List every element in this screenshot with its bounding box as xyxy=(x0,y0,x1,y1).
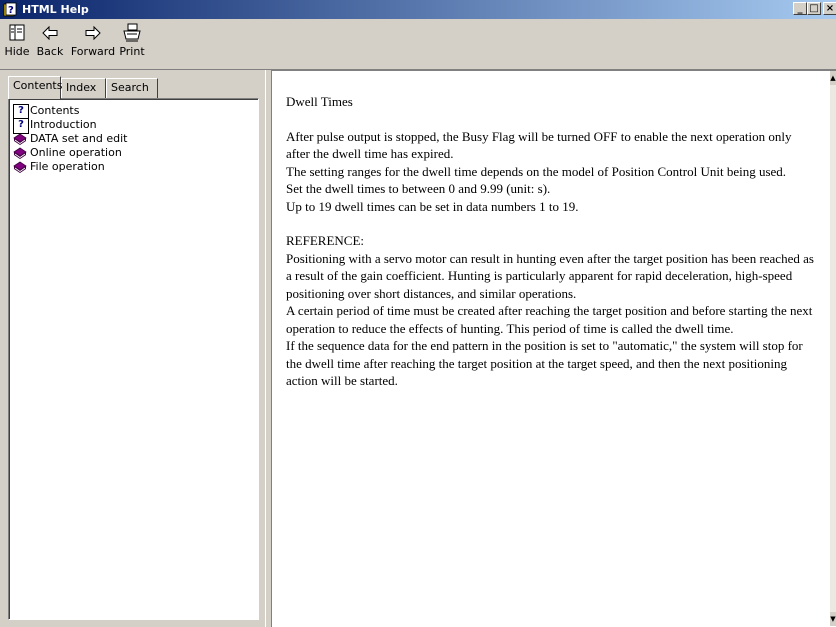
tab-contents[interactable]: Contents xyxy=(8,76,63,99)
help-app-icon: ? xyxy=(3,2,17,17)
forward-arrow-icon xyxy=(85,25,101,41)
topic-paragraph: Up to 19 dwell times can be set in data … xyxy=(286,198,579,214)
book-icon xyxy=(13,147,27,159)
tree-item-label: DATA set and edit xyxy=(30,132,128,145)
window-title: HTML Help xyxy=(22,3,89,16)
close-button[interactable]: × xyxy=(823,2,836,15)
book-icon xyxy=(13,133,27,145)
maximize-icon: □ xyxy=(809,3,819,14)
tab-search-label: Search xyxy=(111,81,149,94)
topic-title: Dwell Times xyxy=(286,94,353,109)
tree-item-label: Introduction xyxy=(30,118,97,131)
minimize-button[interactable]: _ xyxy=(793,2,807,15)
svg-text:?: ? xyxy=(8,5,14,16)
maximize-button[interactable]: □ xyxy=(807,2,821,15)
close-icon: × xyxy=(825,3,835,14)
title-bar[interactable]: ? HTML Help _ □ × xyxy=(0,0,836,19)
print-button[interactable]: Print xyxy=(118,22,146,66)
topic-pane: Dwell Times After pulse output is stoppe… xyxy=(271,70,836,627)
back-arrow-icon xyxy=(42,25,58,41)
contents-tree[interactable]: ? Contents ? Introduction DATA set and e… xyxy=(8,98,259,620)
topic-content: Dwell Times After pulse output is stoppe… xyxy=(286,93,816,390)
print-label: Print xyxy=(119,45,145,58)
book-icon xyxy=(13,161,27,173)
topic-paragraph: After pulse output is stopped, the Busy … xyxy=(286,128,792,162)
forward-label: Forward xyxy=(70,45,116,58)
tree-item-label: Contents xyxy=(30,104,80,117)
minimize-icon: _ xyxy=(797,3,803,14)
reference-paragraph: Positioning with a servo motor can resul… xyxy=(286,250,814,301)
reference-paragraph: A certain period of time must be created… xyxy=(286,303,813,336)
topic-paragraph: Set the dwell times to between 0 and 9.9… xyxy=(286,181,551,196)
hide-label: Hide xyxy=(4,45,30,58)
vertical-scrollbar[interactable]: ▲ ▼ xyxy=(830,71,836,626)
reference-paragraph: If the sequence data for the end pattern… xyxy=(286,338,803,388)
toolbar: Hide Back Forward Print xyxy=(0,19,836,70)
hide-pane-icon xyxy=(9,24,25,41)
navigation-pane: Contents Index Search ? Contents ? Intro… xyxy=(0,70,265,627)
back-label: Back xyxy=(36,45,64,58)
tab-index[interactable]: Index xyxy=(61,78,106,98)
forward-button[interactable]: Forward xyxy=(70,22,116,66)
tab-search[interactable]: Search xyxy=(106,78,158,98)
back-button[interactable]: Back xyxy=(36,22,64,66)
tab-index-label: Index xyxy=(66,81,97,94)
reference-heading: REFERENCE: xyxy=(286,233,365,248)
scroll-down-icon[interactable]: ▼ xyxy=(830,612,836,626)
printer-icon xyxy=(123,23,141,42)
hide-button[interactable]: Hide xyxy=(4,22,30,66)
tab-contents-label: Contents xyxy=(13,79,63,92)
tree-item-label: Online operation xyxy=(30,146,122,159)
topic-paragraph: The setting ranges for the dwell time de… xyxy=(286,163,787,179)
tree-item-label: File operation xyxy=(30,160,105,173)
scroll-up-icon[interactable]: ▲ xyxy=(830,71,836,85)
